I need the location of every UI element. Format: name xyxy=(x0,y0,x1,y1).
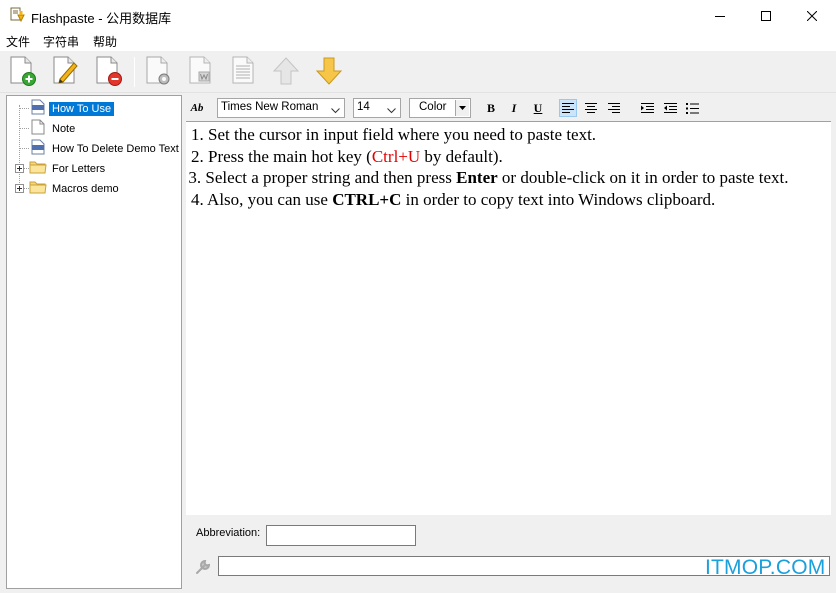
window-title: Flashpaste - 公用数据库 xyxy=(31,11,172,26)
align-right-button[interactable] xyxy=(605,99,623,117)
arrow-up-icon xyxy=(272,56,300,89)
tree-item-how-to-use[interactable]: How To Use xyxy=(31,99,115,118)
minimize-button[interactable] xyxy=(697,0,743,31)
font-name-value: Times New Roman xyxy=(221,101,319,113)
expand-macros-demo-button[interactable] xyxy=(15,184,24,193)
rich-text-editor[interactable]: 1. Set the cursor in input field where y… xyxy=(186,121,831,515)
toolbar-separator xyxy=(134,57,135,87)
bold-button[interactable]: B xyxy=(482,99,500,117)
tree-item-note[interactable]: Note xyxy=(31,119,78,138)
move-up-button[interactable] xyxy=(269,55,303,89)
chevron-down-icon xyxy=(331,105,340,117)
font-name-select[interactable]: Times New Roman xyxy=(217,98,345,118)
tree-connector xyxy=(19,148,29,149)
maximize-button[interactable] xyxy=(743,0,789,31)
outdent-button[interactable] xyxy=(661,99,679,117)
new-document-add-icon xyxy=(7,55,37,90)
word-export-button[interactable] xyxy=(184,55,218,89)
menu-help[interactable]: 帮助 xyxy=(91,33,119,50)
wrench-icon[interactable] xyxy=(194,558,212,576)
bullet-list-button[interactable] xyxy=(683,99,701,117)
tree-item-label: How To Use xyxy=(49,101,115,116)
align-center-button[interactable] xyxy=(582,99,600,117)
format-toolbar: Ab Times New Roman 14 Color B I U xyxy=(186,96,830,120)
text-file-icon xyxy=(31,119,45,138)
underline-button[interactable]: U xyxy=(529,99,547,117)
word-document-icon xyxy=(186,55,216,90)
chevron-down-icon xyxy=(387,105,396,117)
color-select[interactable]: Color xyxy=(409,98,471,118)
rtf-file-icon xyxy=(31,99,45,118)
editor-line-2: 2. Press the main hot key (Ctrl+U by def… xyxy=(191,146,503,166)
outdent-icon xyxy=(663,102,677,113)
delete-document-icon xyxy=(93,55,123,90)
text-document-icon xyxy=(229,55,259,90)
font-size-value: 14 xyxy=(357,101,370,113)
rtf-file-icon xyxy=(31,139,45,158)
tree-item-label: Macros demo xyxy=(52,182,119,195)
arrow-down-icon xyxy=(315,56,343,89)
tree-item-label: How To Delete Demo Text xyxy=(52,142,179,155)
bullet-list-icon xyxy=(685,102,699,114)
tree-folder-macros-demo[interactable]: Macros demo xyxy=(29,179,122,198)
text-export-button[interactable] xyxy=(227,55,261,89)
new-item-button[interactable] xyxy=(5,55,39,89)
abbreviation-label: Abbreviation: xyxy=(196,527,261,539)
menu-strings[interactable]: 字符串 xyxy=(41,33,81,50)
edit-document-icon xyxy=(50,55,80,90)
flashpaste-app-icon xyxy=(9,7,25,24)
folder-icon xyxy=(29,180,47,197)
edit-item-button[interactable] xyxy=(48,55,82,89)
indent-icon xyxy=(640,102,654,113)
tree-connector xyxy=(19,108,29,109)
color-value: Color xyxy=(419,101,447,113)
font-size-select[interactable]: 14 xyxy=(353,98,401,118)
color-dropdown-arrow xyxy=(455,100,469,116)
editor-line-3: 3. Select a proper string and then press… xyxy=(188,168,789,187)
expand-for-letters-button[interactable] xyxy=(15,164,24,173)
editor-line-1: 1. Set the cursor in input field where y… xyxy=(191,125,597,144)
move-down-button[interactable] xyxy=(312,55,346,89)
indent-button[interactable] xyxy=(638,99,656,117)
tree-folder-for-letters[interactable]: For Letters xyxy=(29,159,108,178)
align-left-button[interactable] xyxy=(559,99,577,117)
close-button[interactable] xyxy=(789,0,835,31)
abbreviation-input[interactable] xyxy=(266,525,416,546)
align-center-icon xyxy=(585,102,597,113)
main-toolbar xyxy=(0,51,836,93)
menu-bar: 文件 字符串 帮助 xyxy=(0,31,836,51)
menu-file[interactable]: 文件 xyxy=(4,33,32,50)
tree-connector xyxy=(19,128,29,129)
delete-item-button[interactable] xyxy=(91,55,125,89)
style-button[interactable]: Ab xyxy=(188,99,206,117)
tree-item-label: For Letters xyxy=(52,162,106,175)
editor-line-4: 4. Also, you can use CTRL+C in order to … xyxy=(191,189,716,209)
title-bar: Flashpaste - 公用数据库 xyxy=(0,0,836,31)
item-tree: How To Use Note How To Delete Demo Text … xyxy=(6,95,182,589)
document-settings-icon xyxy=(143,55,173,90)
align-right-icon xyxy=(608,102,620,113)
watermark-text: ITMOP.COM xyxy=(705,556,826,579)
settings-button[interactable] xyxy=(141,55,175,89)
tree-item-label: Note xyxy=(52,122,76,135)
italic-button[interactable]: I xyxy=(505,99,523,117)
tree-item-how-to-delete[interactable]: How To Delete Demo Text xyxy=(31,139,182,158)
tree-connector xyxy=(19,105,20,189)
align-left-icon xyxy=(562,102,574,113)
folder-icon xyxy=(29,160,47,177)
